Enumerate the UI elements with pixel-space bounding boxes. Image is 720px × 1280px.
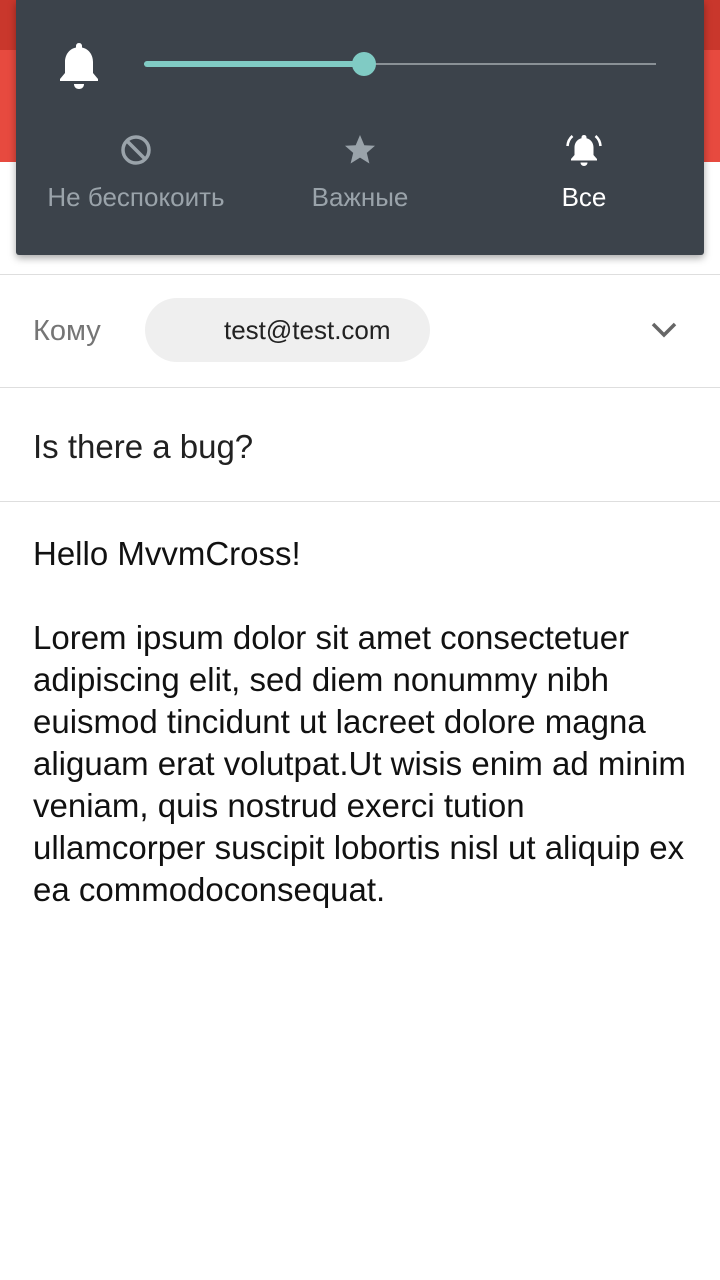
recipient-chip[interactable]: test@test.com (145, 298, 430, 362)
bell-icon[interactable] (56, 40, 102, 90)
volume-slider[interactable] (144, 50, 656, 78)
do-not-disturb-icon (121, 135, 151, 165)
screen: Не беспокоить Важные Все Кому test@test.… (0, 0, 720, 1280)
mode-label: Не беспокоить (47, 182, 225, 212)
bell-ringing-icon (566, 135, 602, 166)
volume-panel: Не беспокоить Важные Все (16, 0, 704, 255)
mode-label: Важные (311, 182, 409, 212)
slider-fill (144, 61, 364, 67)
subject-field[interactable]: Is there a bug? (33, 428, 253, 466)
mode-label: Все (561, 182, 607, 212)
recipient-email: test@test.com (224, 315, 391, 345)
message-body[interactable]: Hello MvvmCross! Lorem ipsum dolor sit a… (33, 533, 693, 911)
chevron-down-icon[interactable] (648, 319, 680, 341)
body-row[interactable]: Hello MvvmCross! Lorem ipsum dolor sit a… (0, 501, 720, 1280)
to-label: Кому (33, 315, 101, 347)
slider-thumb[interactable] (352, 52, 376, 76)
mode-all[interactable]: Все (469, 130, 699, 230)
star-icon (345, 135, 375, 164)
mode-do-not-disturb[interactable]: Не беспокоить (21, 130, 251, 230)
recipient-row: Кому test@test.com (0, 274, 720, 387)
mode-important[interactable]: Важные (245, 130, 475, 230)
subject-row[interactable]: Is there a bug? (0, 387, 720, 501)
